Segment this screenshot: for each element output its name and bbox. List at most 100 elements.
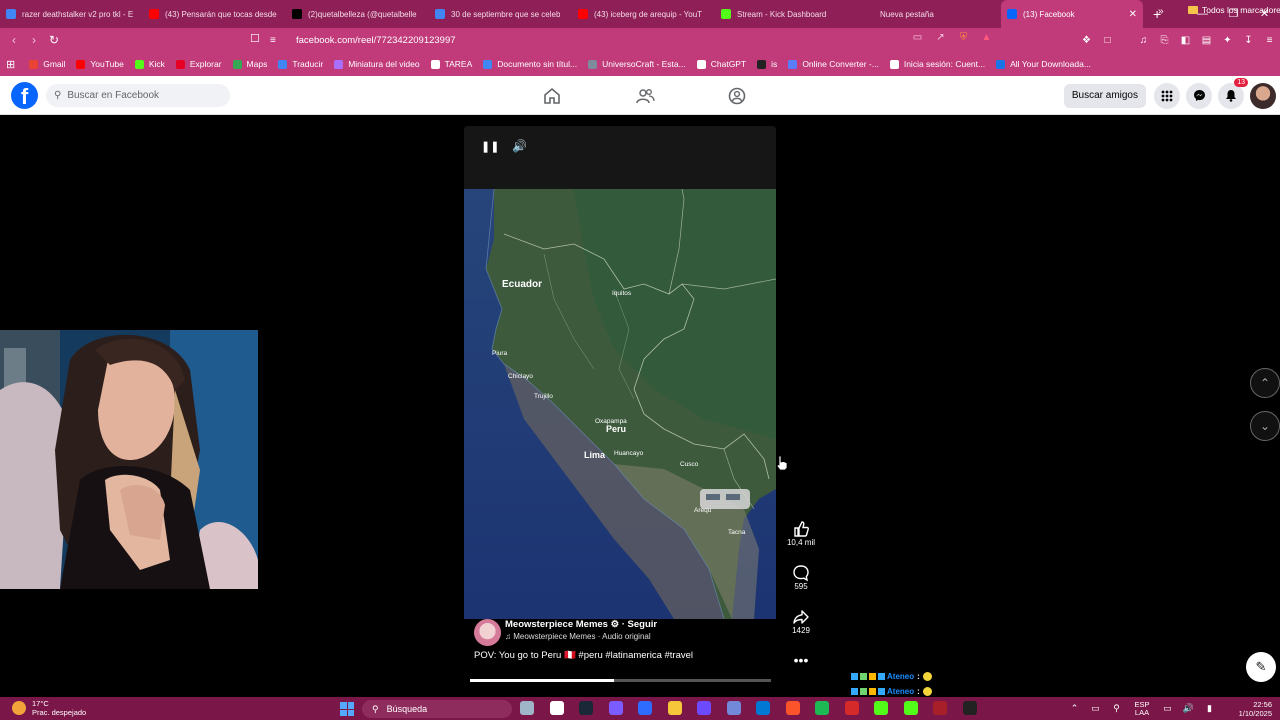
reading-list-icon[interactable]: ⎘ [1154,35,1175,46]
facebook-search-input[interactable]: ⚲ Buscar en Facebook [46,84,230,107]
taskbar-app-icon[interactable] [933,701,947,715]
bookmark-item[interactable]: ChatGPT [696,59,746,69]
bookmark-item[interactable]: TAREA [430,59,472,69]
cast-icon[interactable]: ▭ [906,32,929,43]
taskbar-app-icon[interactable] [579,701,593,715]
profile-avatar[interactable] [1250,82,1276,109]
site-info-icon[interactable]: ≡ [270,35,284,46]
bookmark-item[interactable]: All Your Downloada... [996,59,1091,69]
download-icon[interactable]: ↧ [1238,35,1259,46]
find-friends-button[interactable]: Buscar amigos [1063,83,1146,108]
ai-icon[interactable]: ✦ [1217,35,1238,46]
next-reel-button[interactable]: ⌄ [1250,411,1280,441]
bookmark-item[interactable]: Traducir [278,59,323,69]
bookmark-item[interactable]: YouTube [76,59,124,69]
network-icon[interactable]: ▭ [1157,703,1178,714]
taskbar-app-icon[interactable] [638,701,652,715]
taskbar-app-icon[interactable] [726,701,741,715]
system-clock[interactable]: 22:56 1/10/2025 [1220,700,1280,718]
taskbar-app-icon[interactable] [520,701,534,715]
compose-icon[interactable]: ✎ [1246,652,1276,682]
like-button[interactable]: 10,4 mil [785,520,817,547]
battery-icon[interactable]: ▮ [1199,703,1220,714]
wallet-icon[interactable]: ▤ [1196,35,1217,46]
taskbar-app-icon[interactable] [785,701,800,715]
browser-tab[interactable]: razer deathstalker v2 pro tkl - E [0,0,143,28]
language-indicator[interactable]: ESP LAA [1127,700,1157,717]
tray-app-icon[interactable]: ▭ [1085,703,1106,714]
bookmark-item[interactable]: Gmail [29,59,65,69]
share-icon[interactable]: ↗ [929,32,952,43]
chat-badge-icon [878,688,885,695]
taskbar-search[interactable]: ⚲ Búsqueda [362,700,512,718]
groups-icon[interactable] [726,85,748,107]
taskbar-app-icon[interactable] [667,701,682,715]
bookmark-item[interactable]: Inicia sesión: Cuent... [889,59,985,69]
author-name[interactable]: Meowsterpiece Memes ⚙ · Seguir [505,619,657,630]
bookmark-label: Traducir [292,59,324,69]
taskbar-app-icon[interactable] [903,701,918,715]
share-button[interactable]: 1429 [785,608,817,635]
bookmark-icon[interactable]: ☐ [250,32,260,45]
volume-icon[interactable]: 🔊 [512,139,527,153]
all-bookmarks-folder[interactable]: Todos los marcadores [1188,5,1280,15]
messenger-button[interactable] [1186,82,1212,109]
browser-tab[interactable]: (43) Pensarán que tocas desde [143,0,286,28]
bookmark-item[interactable]: Explorar [175,59,222,69]
messenger-icon [1193,90,1205,101]
forward-icon[interactable]: › [24,33,44,47]
browser-tab[interactable]: Nueva pestaña [858,0,1001,28]
browser-tab[interactable]: (2)quetalbelleza (@quetalbelle [286,0,429,28]
url-field[interactable]: ≡ facebook.com/reel/772342209123997 [270,31,995,49]
screen-capture-icon[interactable]: □ [1097,35,1118,46]
taskbar-app-icon[interactable] [962,701,977,715]
home-icon[interactable] [541,85,563,107]
taskbar-app-icon[interactable] [815,701,829,715]
extensions-icon[interactable]: ❖ [1076,35,1097,46]
weather-widget[interactable]: 17°C Prac. despejado [12,699,86,717]
notifications-button[interactable]: 13 [1218,77,1248,109]
music-icon[interactable]: ♫ [1133,35,1154,46]
pause-icon[interactable]: ❚❚ [481,140,499,153]
more-options-icon[interactable]: ••• [785,652,817,668]
apps-icon[interactable]: ⊞ [6,58,15,71]
comment-button[interactable]: 595 [785,564,817,591]
bookmark-item[interactable]: Maps [232,59,267,69]
audio-link[interactable]: ♫ Meowsterpiece Memes · Audio original [505,632,651,641]
menu-icon[interactable]: ≡ [1259,35,1280,46]
bookmark-item[interactable]: Online Converter -... [788,59,879,69]
browser-tab[interactable]: (13) Facebook ✕ [1001,0,1143,28]
microphone-icon[interactable]: ⚲ [1106,703,1127,714]
taskbar-app-icon[interactable] [874,701,888,715]
reload-icon[interactable]: ↻ [44,33,64,47]
author-avatar[interactable] [474,619,501,646]
rewards-icon[interactable]: ▲ [975,32,998,43]
taskbar-app-icon[interactable] [549,701,564,715]
sidebar-icon[interactable]: ◧ [1175,35,1196,46]
bookmark-item[interactable]: is [757,59,777,69]
friends-icon[interactable] [634,85,656,107]
windows-start-icon[interactable] [340,702,354,716]
close-tab-icon[interactable]: ✕ [1129,9,1137,20]
bookmark-item[interactable]: UniversoCraft - Esta... [588,59,686,69]
reel-player[interactable]: ❚❚ 🔊 Ecuador Iquitos Piura Chiclayo Truj… [464,126,776,684]
browser-tab[interactable]: (43) iceberg de arequip - YouT [572,0,715,28]
bookmark-item[interactable]: Miniatura del video [334,59,420,69]
taskbar-app-icon[interactable] [844,701,859,715]
video-progress-bar[interactable] [470,679,771,682]
browser-tab[interactable]: 30 de septiembre que se celeb [429,0,572,28]
more-bookmarks-icon[interactable]: » [1158,6,1164,17]
taskbar-app-icon[interactable] [756,701,770,715]
brave-shield-icon[interactable]: ⛨ [952,32,975,43]
browser-tab[interactable]: Stream - Kick Dashboard [715,0,858,28]
previous-reel-button[interactable]: ⌃ [1250,368,1280,398]
tray-overflow-icon[interactable]: ⌃ [1064,703,1085,714]
speaker-icon[interactable]: 🔊 [1178,703,1199,714]
facebook-logo[interactable]: f [11,82,38,109]
bookmark-item[interactable]: Kick [134,59,165,69]
menu-grid-button[interactable] [1154,82,1180,109]
taskbar-app-icon[interactable] [697,701,711,715]
back-icon[interactable]: ‹ [4,33,24,47]
taskbar-app-icon[interactable] [608,701,623,715]
bookmark-item[interactable]: Documento sin títul... [483,59,577,69]
